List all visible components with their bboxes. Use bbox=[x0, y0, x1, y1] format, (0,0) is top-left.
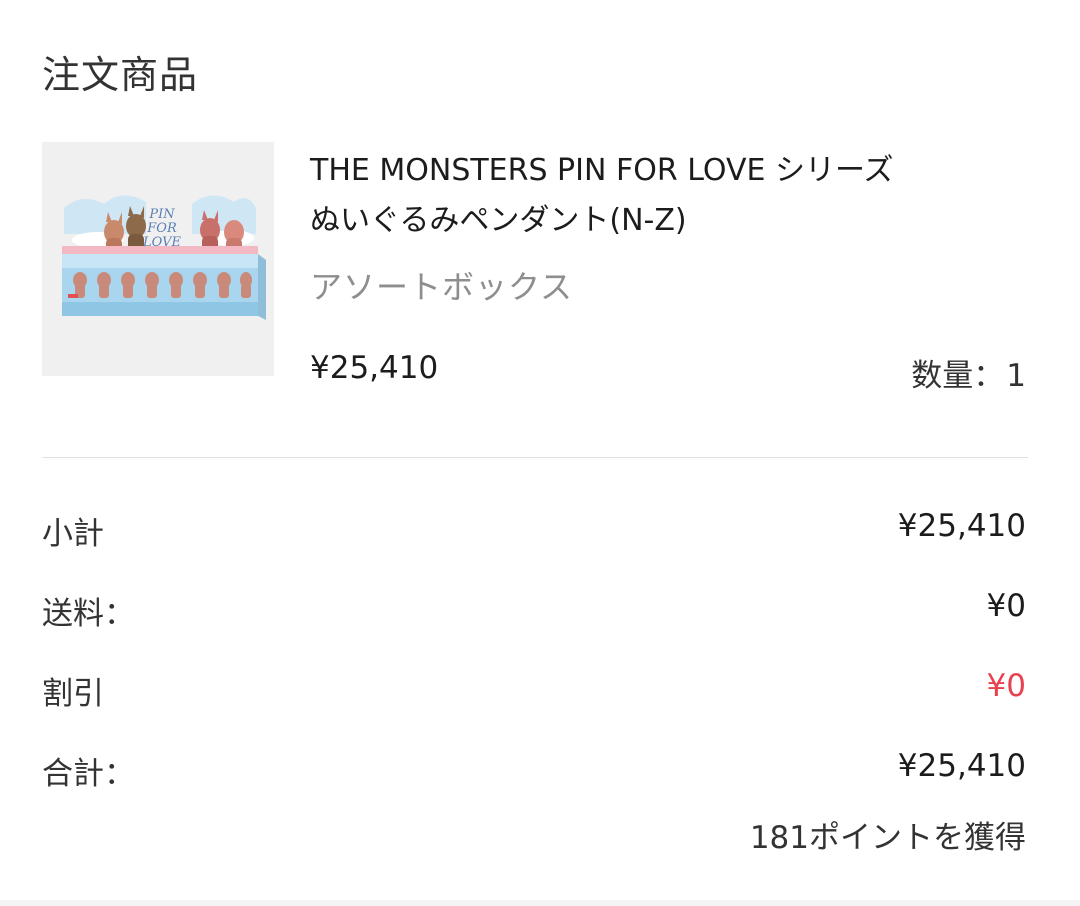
box-tag bbox=[68, 294, 78, 298]
subtotal-label: 小計 bbox=[42, 516, 104, 552]
subtotal-row: 小計 ¥25,410 bbox=[42, 508, 1028, 552]
box-top-band bbox=[62, 254, 258, 268]
subtotal-value: ¥25,410 bbox=[897, 508, 1026, 544]
product-quantity: 数量：1 bbox=[911, 350, 1026, 395]
discount-value: ¥0 bbox=[986, 668, 1026, 704]
product-name-line1: THE MONSTERS PIN FOR LOVE シリーズ bbox=[310, 153, 894, 188]
bottom-edge bbox=[0, 900, 1080, 906]
product-variant: アソートボックス bbox=[310, 268, 574, 306]
discount-label: 割引 bbox=[42, 676, 104, 712]
product-price: ¥25,410 bbox=[310, 350, 439, 386]
total-value: ¥25,410 bbox=[897, 748, 1026, 784]
product-name[interactable]: THE MONSTERS PIN FOR LOVE シリーズ ぬいぐるみペンダン… bbox=[310, 146, 1030, 246]
quantity-value: 1 bbox=[1006, 358, 1026, 394]
box-logo-text: PIN bbox=[148, 207, 175, 222]
points-earned: 181ポイントを獲得 bbox=[749, 820, 1026, 856]
box-logo-text: FOR bbox=[146, 221, 177, 236]
total-row: 合計： ¥25,410 bbox=[42, 748, 1028, 792]
box-ribbon bbox=[62, 246, 258, 254]
total-label: 合計： bbox=[42, 756, 135, 792]
divider bbox=[42, 457, 1028, 458]
shipping-value: ¥0 bbox=[986, 588, 1026, 624]
product-name-line2: ぬいぐるみペンダント(N-Z) bbox=[310, 203, 687, 238]
product-image[interactable]: PIN FOR LOVE bbox=[42, 142, 274, 376]
section-title: 注文商品 bbox=[42, 53, 199, 97]
quantity-label: 数量： bbox=[911, 358, 1005, 394]
shipping-row: 送料： ¥0 bbox=[42, 588, 1028, 632]
box-base bbox=[62, 302, 258, 316]
shipping-label: 送料： bbox=[42, 596, 135, 632]
box-side bbox=[258, 254, 266, 320]
discount-row: 割引 ¥0 bbox=[42, 668, 1028, 712]
product-box-illustration: PIN FOR LOVE bbox=[62, 195, 266, 320]
